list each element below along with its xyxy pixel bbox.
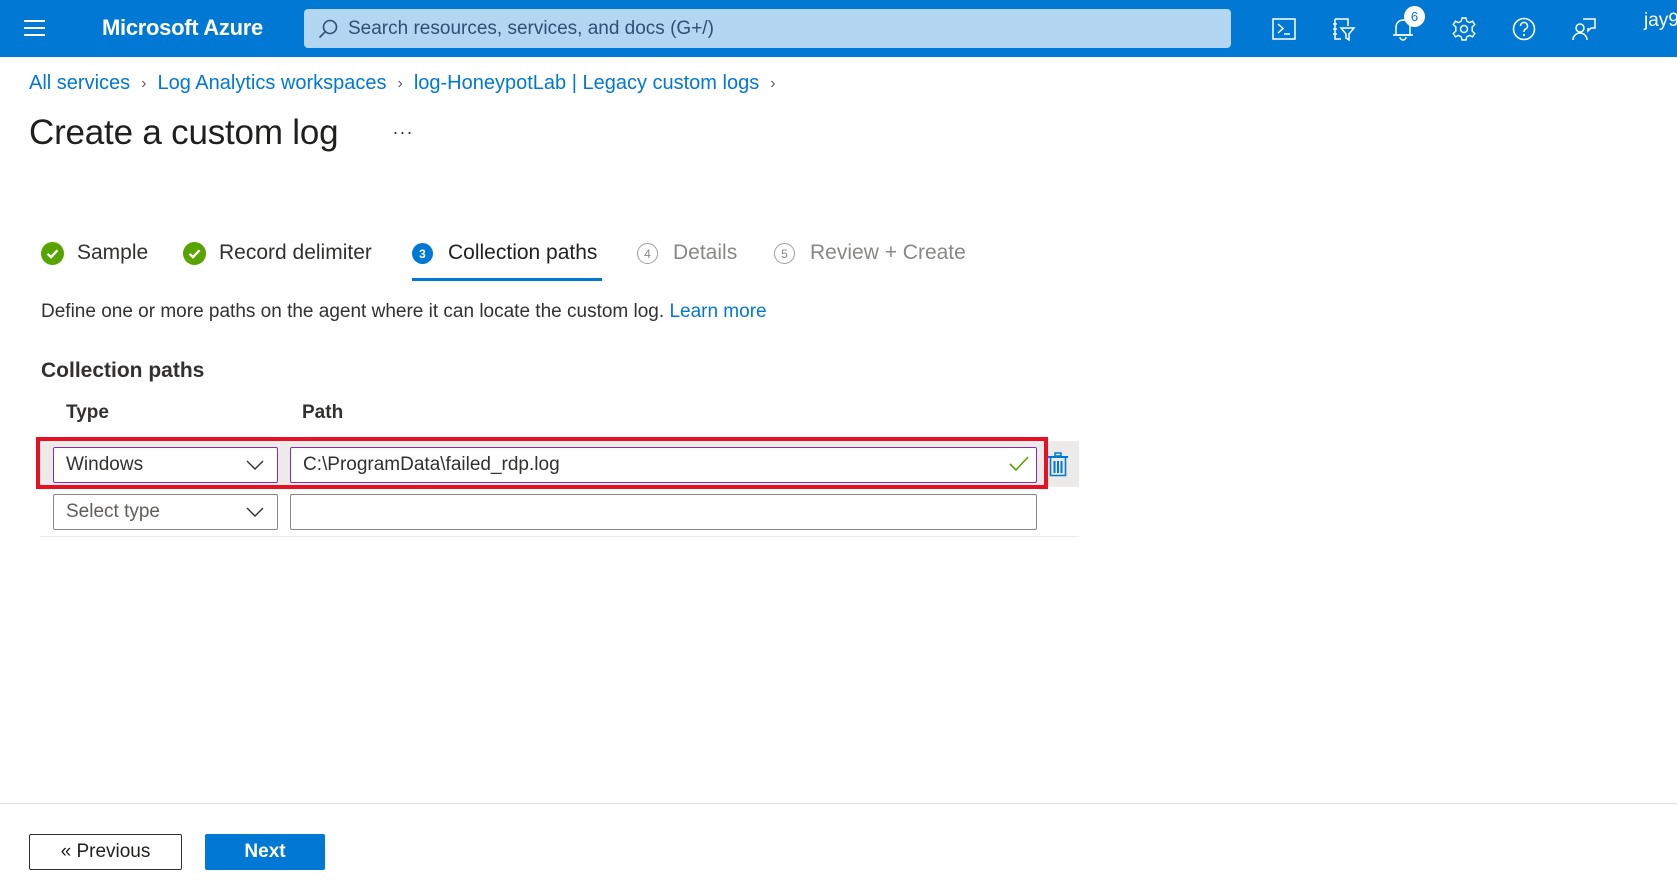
- description: Define one or more paths on the agent wh…: [41, 301, 767, 323]
- more-options-button[interactable]: ···: [390, 122, 416, 146]
- path-input-empty[interactable]: [290, 494, 1037, 530]
- type-dropdown-empty[interactable]: Select type: [53, 494, 278, 530]
- valid-check-icon: [1009, 456, 1029, 472]
- path-input[interactable]: [290, 447, 1037, 483]
- brand-logo[interactable]: Microsoft Azure: [102, 15, 263, 41]
- chevron-right-icon: ›: [770, 74, 776, 92]
- feedback-icon[interactable]: [1567, 12, 1601, 46]
- row-divider: [40, 536, 1079, 537]
- page-title: Create a custom log: [29, 113, 339, 152]
- step-label: Collection paths: [448, 241, 598, 264]
- menu-icon[interactable]: [22, 16, 48, 40]
- footer-divider: [0, 803, 1677, 804]
- step-details[interactable]: 4 Details: [637, 240, 737, 284]
- step-record-delimiter[interactable]: Record delimiter: [183, 240, 372, 284]
- description-text: Define one or more paths on the agent wh…: [41, 301, 665, 322]
- step-label: Sample: [77, 241, 149, 264]
- breadcrumb-legacy-custom-logs[interactable]: log-HoneypotLab | Legacy custom logs: [414, 72, 759, 95]
- breadcrumb-all-services[interactable]: All services: [29, 72, 130, 95]
- check-circle-icon: [41, 242, 64, 265]
- section-title: Collection paths: [41, 359, 205, 382]
- chevron-down-icon: [246, 507, 264, 517]
- chevron-down-icon: [246, 460, 264, 470]
- learn-more-link[interactable]: Learn more: [669, 301, 766, 322]
- column-header-path: Path: [302, 402, 344, 423]
- previous-button[interactable]: « Previous: [29, 834, 182, 870]
- directory-filter-icon[interactable]: [1326, 12, 1360, 46]
- next-button[interactable]: Next: [205, 834, 325, 870]
- step-collection-paths[interactable]: 3 Collection paths: [412, 240, 602, 284]
- search-input[interactable]: [348, 9, 1218, 48]
- user-account[interactable]: jay9: [1644, 10, 1677, 32]
- chevron-right-icon: ›: [397, 74, 403, 92]
- step-review-create[interactable]: 5 Review + Create: [774, 240, 966, 284]
- step-number-icon: 4: [637, 243, 658, 264]
- global-search[interactable]: [304, 9, 1231, 48]
- type-dropdown-value: Windows: [66, 454, 144, 475]
- delete-icon[interactable]: [1047, 452, 1069, 478]
- notification-badge: 6: [1404, 6, 1425, 27]
- step-number-icon: 5: [774, 243, 795, 264]
- step-label: Details: [673, 241, 738, 264]
- breadcrumb-log-analytics-workspaces[interactable]: Log Analytics workspaces: [157, 72, 386, 95]
- cloud-shell-icon[interactable]: [1267, 12, 1301, 46]
- check-circle-icon: [183, 242, 206, 265]
- active-step-indicator: [412, 278, 602, 281]
- step-sample[interactable]: Sample: [41, 240, 148, 284]
- search-icon: [318, 19, 338, 39]
- breadcrumb: All services › Log Analytics workspaces …: [29, 72, 787, 95]
- top-bar: Microsoft Azure 6 jay9: [0, 0, 1677, 57]
- type-dropdown[interactable]: Windows: [53, 447, 278, 483]
- column-header-type: Type: [66, 402, 109, 423]
- type-dropdown-placeholder: Select type: [66, 501, 160, 522]
- help-icon[interactable]: [1507, 12, 1541, 46]
- step-number-icon: 3: [412, 243, 433, 264]
- step-label: Review + Create: [810, 241, 966, 264]
- settings-icon[interactable]: [1447, 12, 1481, 46]
- chevron-right-icon: ›: [141, 74, 147, 92]
- step-label: Record delimiter: [219, 241, 372, 264]
